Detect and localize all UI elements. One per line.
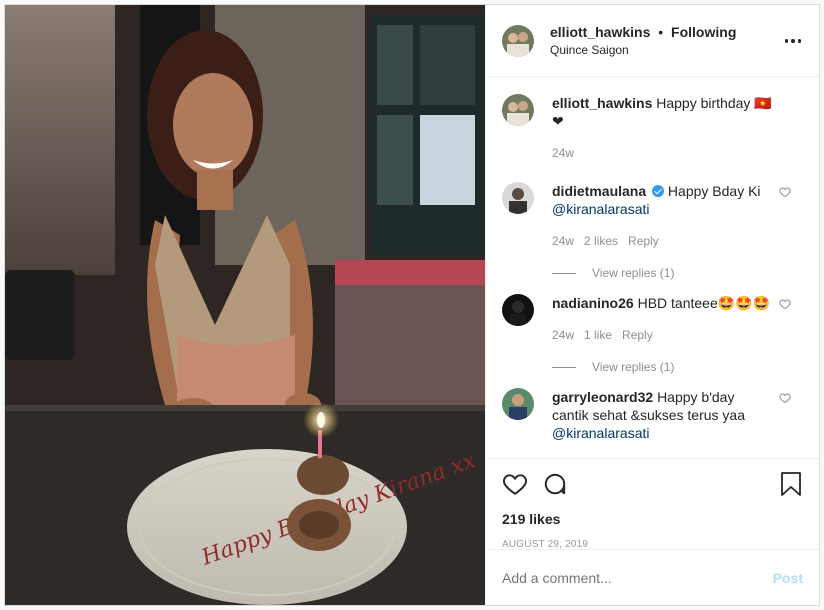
replies-divider	[552, 366, 576, 368]
post-header: elliott_hawkins • Following Quince Saigo…	[486, 5, 819, 77]
heart-icon[interactable]	[502, 471, 528, 497]
comment-text: Happy Bday Ki	[667, 183, 761, 199]
commenter-username[interactable]: elliott_hawkins	[552, 95, 652, 111]
heart-icon[interactable]	[779, 298, 791, 310]
post-photo[interactable]: Happy Birthday Kirana xx	[5, 5, 485, 605]
verified-icon	[652, 185, 665, 197]
replies-divider	[552, 272, 576, 274]
commenter-avatar[interactable]	[502, 94, 534, 126]
commenter-username[interactable]: didietmaulana	[552, 183, 646, 199]
author-avatar[interactable]	[502, 24, 534, 57]
separator-dot: •	[658, 24, 664, 40]
view-replies-label: View replies (1)	[592, 266, 675, 280]
comment-time[interactable]: 24w	[552, 144, 574, 162]
location-link[interactable]: Quince Saigon	[550, 43, 736, 57]
caption-comment: elliott_hawkins Happy birthday 🇻🇳❤ 24w	[502, 94, 803, 162]
reply-button[interactable]: Reply	[622, 326, 653, 344]
comment-text: HBD tanteee🤩🤩🤩	[637, 295, 771, 311]
commenter-username[interactable]: nadianino26	[552, 295, 634, 311]
reply-button[interactable]: Reply	[628, 232, 659, 250]
more-icon[interactable]	[783, 31, 803, 51]
commenter-avatar[interactable]	[502, 388, 534, 420]
post-sidebar: elliott_hawkins • Following Quince Saigo…	[485, 5, 819, 605]
commenter-avatar[interactable]	[502, 182, 534, 214]
mention-link[interactable]: @kiranalarasati	[552, 425, 649, 441]
comment-time[interactable]: 24w	[552, 232, 574, 250]
comment-item: garryleonard32 Happy b'day cantik sehat …	[502, 388, 803, 442]
heart-icon[interactable]	[779, 392, 791, 404]
add-comment-bar: Post	[486, 549, 819, 605]
comment-icon[interactable]	[542, 471, 568, 497]
heart-icon[interactable]	[779, 186, 791, 198]
bookmark-icon[interactable]	[779, 471, 803, 497]
post-actions: 219 likes AUGUST 29, 2019	[486, 458, 819, 550]
comment-item: nadianino26 HBD tanteee🤩🤩🤩 24w 1 like Re…	[502, 294, 803, 344]
author-username[interactable]: elliott_hawkins	[550, 24, 650, 40]
post-window: Happy Birthday Kirana xx elliott_hawkins…	[4, 4, 820, 606]
view-replies-button[interactable]: View replies (1)	[552, 266, 803, 280]
comment-input[interactable]	[502, 569, 773, 586]
view-replies-button[interactable]: View replies (1)	[552, 360, 803, 374]
commenter-username[interactable]: garryleonard32	[552, 389, 653, 405]
comment-likes[interactable]: 2 likes	[584, 232, 618, 250]
view-replies-label: View replies (1)	[592, 360, 675, 374]
mention-link[interactable]: @kiranalarasati	[552, 201, 649, 217]
comments-list: elliott_hawkins Happy birthday 🇻🇳❤ 24w d…	[486, 78, 819, 458]
photo-illustration: Happy Birthday Kirana xx	[5, 5, 485, 605]
following-button[interactable]: Following	[671, 24, 736, 40]
likes-count[interactable]: 219 likes	[502, 511, 803, 527]
post-button[interactable]: Post	[773, 570, 803, 586]
comment-item: didietmaulana Happy Bday Ki @kiranalaras…	[502, 182, 803, 250]
commenter-avatar[interactable]	[502, 294, 534, 326]
comment-likes[interactable]: 1 like	[584, 326, 612, 344]
comment-time[interactable]: 24w	[552, 326, 574, 344]
